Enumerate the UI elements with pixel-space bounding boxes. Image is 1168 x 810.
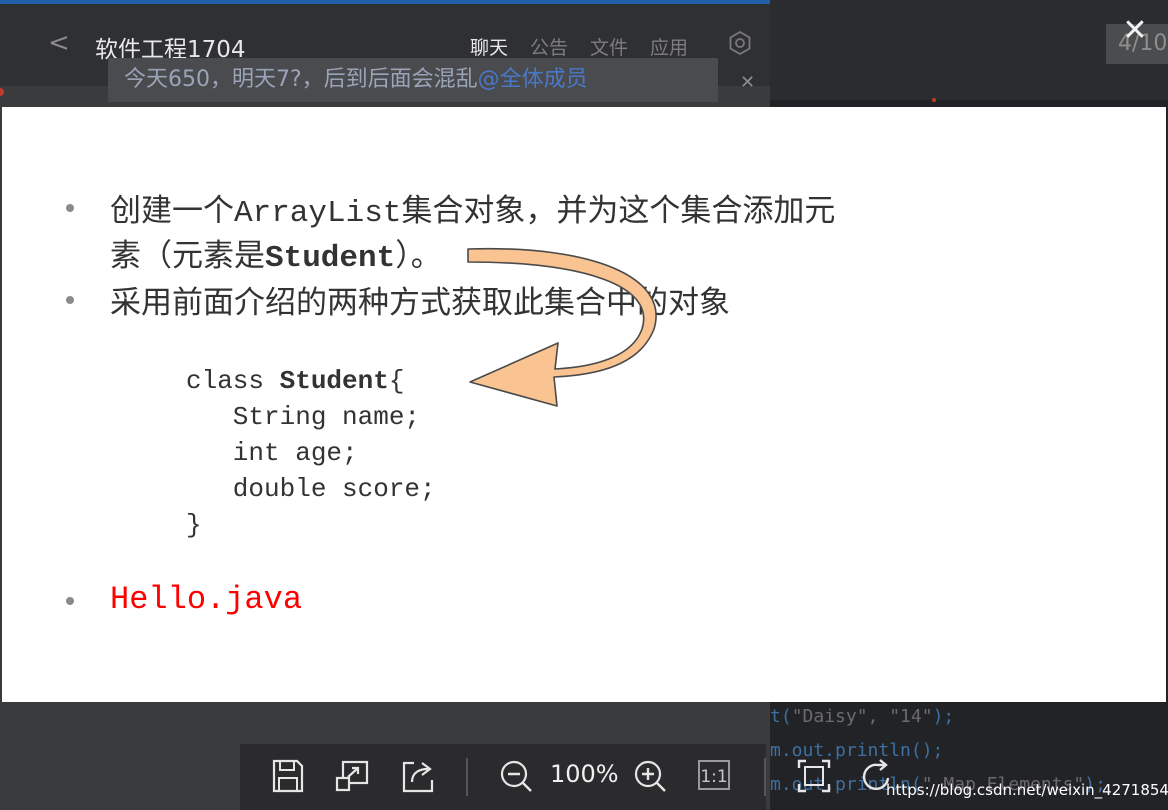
tab-apps[interactable]: 应用 — [650, 33, 688, 60]
chat-tabs: 聊天 公告 文件 应用 — [470, 33, 688, 60]
open-in-window-icon[interactable] — [334, 758, 370, 794]
tab-files[interactable]: 文件 — [590, 33, 628, 60]
actual-size-button[interactable]: 1:1 — [698, 760, 730, 790]
toolbar-divider — [466, 758, 468, 796]
zoom-level: 100% — [550, 760, 619, 788]
image-viewer-toolbar: 100% 1:1 — [240, 744, 766, 810]
notice-close-icon[interactable]: ✕ — [740, 72, 755, 93]
slide-line-3: 采用前面介绍的两种方式获取此集合中的对象 — [110, 285, 730, 321]
zoom-in-icon[interactable] — [632, 758, 668, 794]
bullet — [66, 597, 74, 605]
slide-line-2: 素（元素是Student）。 — [110, 238, 442, 276]
slide-image: 创建一个ArrayList集合对象，并为这个集合添加元 素（元素是Student… — [2, 107, 1166, 702]
zoom-out-icon[interactable] — [498, 758, 534, 794]
tab-announcement[interactable]: 公告 — [530, 33, 568, 60]
settings-gear-icon[interactable] — [728, 31, 752, 55]
save-icon[interactable] — [270, 758, 306, 794]
back-arrow-icon[interactable]: < — [48, 28, 70, 58]
share-icon[interactable] — [400, 758, 436, 794]
csdn-watermark: https://blog.csdn.net/weixin_42718542 — [886, 781, 1168, 799]
red-dot — [932, 98, 936, 102]
hello-java-label: Hello.java — [110, 581, 303, 618]
tab-chat[interactable]: 聊天 — [470, 33, 508, 60]
code-line: t("Daisy", "14"); — [770, 706, 955, 727]
group-notice-banner[interactable]: 今天650，明天7?，后到后面会混乱@全体成员 — [108, 58, 718, 102]
bullet — [66, 204, 74, 212]
slide-line-1: 创建一个ArrayList集合对象，并为这个集合添加元 — [110, 193, 836, 231]
bullet — [66, 296, 74, 304]
fit-to-window-icon[interactable] — [796, 758, 832, 794]
student-class-code: class Student{ String name; int age; dou… — [186, 366, 436, 540]
close-viewer-button[interactable]: ✕ — [1118, 14, 1152, 48]
image-viewer-toolbar-right — [766, 744, 890, 810]
